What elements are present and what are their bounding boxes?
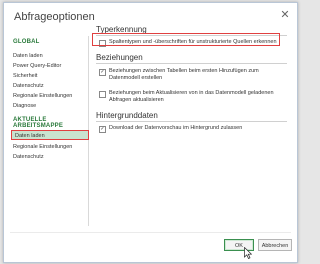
relationships-title: Beziehungen: [96, 53, 143, 62]
background-download-label: Download der Datenvorschau im Hintergrun…: [109, 125, 243, 131]
sidebar-item-workbook-datenschutz[interactable]: Datenschutz: [13, 152, 44, 162]
create-relationships-label: Beziehungen zwischen Tabellen beim erste…: [109, 68, 259, 81]
check-icon[interactable]: ✓: [99, 125, 106, 133]
sidebar-item-workbook-daten-laden[interactable]: Daten laden: [11, 130, 89, 140]
background-download-option[interactable]: ✓ Download der Datenvorschau im Hintergr…: [99, 125, 289, 133]
annotation-highlight-box: [92, 33, 280, 46]
cancel-button[interactable]: Abbrechen: [258, 239, 292, 251]
check-icon[interactable]: ✓: [99, 68, 106, 76]
sidebar-item-workbook-regionale-einstellungen[interactable]: Regionale Einstellungen: [13, 142, 72, 152]
sidebar-item-global-regionale-einstellungen[interactable]: Regionale Einstellungen: [13, 91, 72, 101]
sidebar-item-sicherheit[interactable]: Sicherheit: [13, 71, 37, 81]
update-relationships-option[interactable]: Beziehungen beim Aktualisieren von in da…: [99, 90, 289, 104]
footer-divider: [10, 232, 291, 233]
background-data-title: Hintergrunddaten: [96, 111, 158, 120]
options-sidebar: GLOBAL Daten laden Power Query-Editor Si…: [10, 36, 89, 226]
update-relationships-label: Beziehungen beim Aktualisieren von in da…: [109, 90, 274, 103]
background-data-divider: [96, 121, 287, 122]
sidebar-workbook-header: AKTUELLE ARBEITSMAPPE: [13, 117, 64, 129]
sidebar-item-power-query-editor[interactable]: Power Query-Editor: [13, 61, 61, 71]
sidebar-item-global-datenschutz[interactable]: Datenschutz: [13, 81, 44, 91]
sidebar-item-diagnose[interactable]: Diagnose: [13, 101, 36, 111]
update-relationships-checkbox[interactable]: [99, 90, 106, 98]
mouse-cursor-icon: [244, 247, 252, 259]
sidebar-item-global-daten-laden[interactable]: Daten laden: [13, 51, 43, 61]
sidebar-global-header: GLOBAL: [13, 39, 40, 45]
create-relationships-option[interactable]: ✓ Beziehungen zwischen Tabellen beim ers…: [99, 68, 289, 82]
dialog-title: Abfrageoptionen: [14, 11, 95, 23]
relationships-divider: [96, 63, 287, 64]
